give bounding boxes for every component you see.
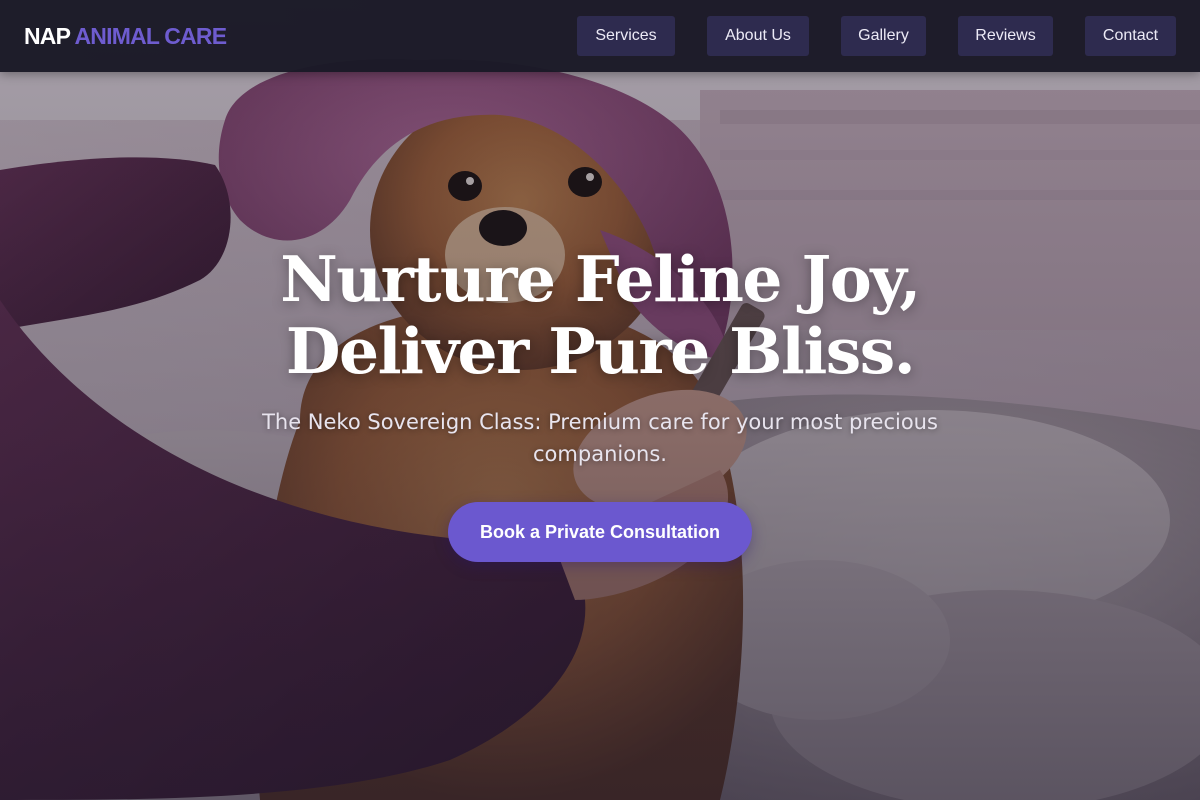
- nav-about-us-button[interactable]: About Us: [707, 16, 809, 56]
- brand-name-accent: ANIMAL CARE: [74, 23, 228, 49]
- landing-page: NAP ANIMAL CARE Services About Us Galler…: [0, 0, 1200, 800]
- book-consultation-button[interactable]: Book a Private Consultation: [448, 502, 752, 562]
- hero-title-line-2: Deliver Pure Bliss.: [285, 314, 916, 388]
- brand-logo[interactable]: NAP ANIMAL CARE: [24, 20, 228, 52]
- nav-services-button[interactable]: Services: [577, 16, 675, 56]
- hero-subtitle: The Neko Sovereign Class: Premium care f…: [262, 410, 938, 466]
- nav-reviews-button[interactable]: Reviews: [958, 16, 1053, 56]
- hero-content: Nurture Feline Joy, Deliver Pure Bliss. …: [0, 0, 1200, 800]
- nav-contact-button[interactable]: Contact: [1085, 16, 1176, 56]
- hero-title: Nurture Feline Joy, Deliver Pure Bliss.: [100, 243, 1100, 387]
- top-navbar: NAP ANIMAL CARE Services About Us Galler…: [0, 0, 1200, 72]
- hero-title-line-1: Nurture Feline Joy,: [280, 242, 921, 316]
- nav-gallery-button[interactable]: Gallery: [841, 16, 926, 56]
- brand-name-primary: NAP: [24, 23, 71, 49]
